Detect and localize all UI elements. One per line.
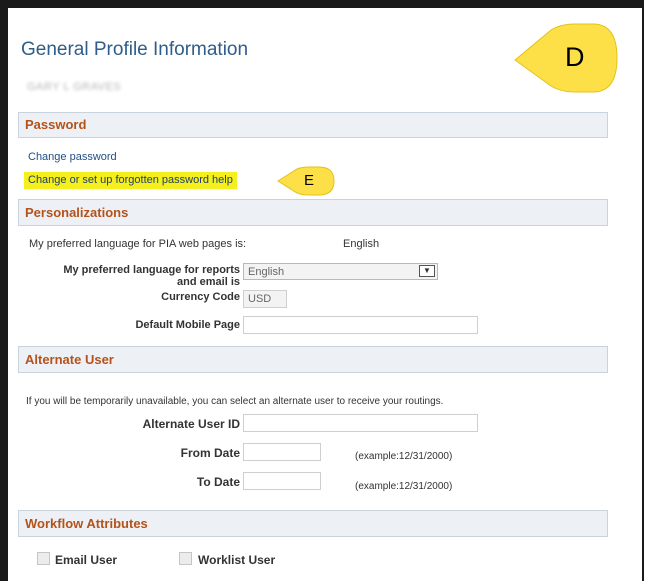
currency-code-value: USD <box>243 290 287 308</box>
from-date-input[interactable] <box>243 443 321 461</box>
default-mobile-page-label: Default Mobile Page <box>135 319 240 331</box>
to-date-input[interactable] <box>243 472 321 490</box>
worklist-user-label: Worklist User <box>198 553 276 567</box>
report-language-label: My preferred language for reports and em… <box>40 264 240 288</box>
currency-code-label: Currency Code <box>161 291 240 303</box>
workflow-attributes-section-header: Workflow Attributes <box>18 510 608 537</box>
from-date-hint: (example:12/31/2000) <box>355 451 453 462</box>
pia-language-value: English <box>343 238 380 250</box>
from-date-label: From Date <box>180 446 240 460</box>
chevron-down-icon[interactable]: ▼ <box>419 265 435 277</box>
report-language-label-line1: My preferred language for reports <box>63 264 240 276</box>
email-user-label: Email User <box>55 553 118 567</box>
user-name: GARY L GRAVES <box>27 81 122 93</box>
alternate-user-id-label: Alternate User ID <box>142 417 240 431</box>
password-section-header: Password <box>18 112 608 138</box>
alternate-user-id-input[interactable] <box>243 414 478 432</box>
worklist-user-checkbox[interactable] <box>179 552 192 565</box>
personalizations-section-header: Personalizations <box>18 199 608 226</box>
callout-d-label: D <box>565 42 585 72</box>
callout-e-label: E <box>304 172 315 189</box>
report-language-select[interactable]: English ▼ <box>243 263 438 280</box>
pia-language-label: My preferred language for PIA web pages … <box>29 238 247 250</box>
email-user-checkbox[interactable] <box>37 552 50 565</box>
default-mobile-page-input[interactable] <box>243 316 478 334</box>
change-password-link[interactable]: Change password <box>28 151 117 163</box>
alternate-user-section-header: Alternate User <box>18 346 608 373</box>
report-language-select-value: English <box>248 266 285 278</box>
forgotten-password-help-link[interactable]: Change or set up forgotten password help <box>24 172 237 189</box>
to-date-hint: (example:12/31/2000) <box>355 481 453 492</box>
to-date-label: To Date <box>196 475 240 489</box>
alternate-user-description: If you will be temporarily unavailable, … <box>26 396 444 407</box>
page-title: General Profile Information <box>21 39 249 60</box>
report-language-label-line2: and email is <box>177 276 240 288</box>
